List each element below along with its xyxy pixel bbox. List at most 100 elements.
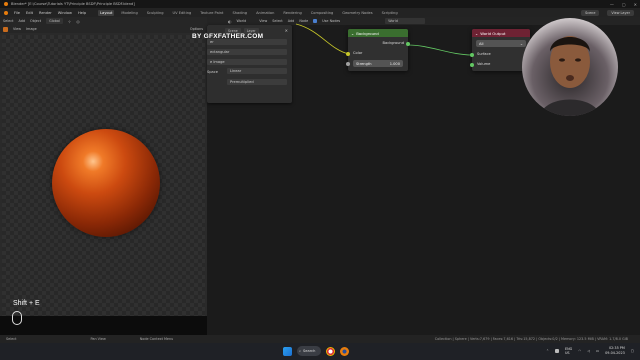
window-title: Blender* [E:\Course\Tutorials YT\Princip… (11, 2, 135, 6)
presenter-portrait (540, 36, 600, 116)
viewport-header: Select Add Object Global ⊹ ◎ (0, 17, 207, 25)
color-input-socket[interactable] (346, 52, 350, 56)
menu-image[interactable]: Image (26, 27, 37, 31)
close-button[interactable]: ✕ (634, 2, 637, 7)
clock-date: 09-04-2023 (605, 350, 625, 355)
tab-geometry-nodes[interactable]: Geometry Nodes (340, 10, 374, 16)
tab-texture-paint[interactable]: Texture Paint (198, 10, 225, 16)
alpha-field[interactable]: Premultiplied (227, 79, 287, 85)
options-dropdown[interactable]: Options (190, 27, 203, 31)
webcam-overlay (522, 18, 618, 116)
proportional-edit-icon[interactable]: ◎ (76, 19, 80, 24)
battery-icon[interactable]: ▭ (596, 349, 599, 353)
world-output-header[interactable]: ⌄ World Output (472, 29, 530, 37)
tab-sculpting[interactable]: Sculpting (145, 10, 166, 16)
region-label: US (564, 350, 570, 355)
status-select: Select (6, 337, 17, 341)
maximize-button[interactable]: ▢ (622, 2, 626, 7)
strength-value: 1.000 (389, 61, 400, 66)
menu-add[interactable]: Add (18, 19, 25, 23)
menu-view[interactable]: View (13, 27, 21, 31)
blender-menu-icon[interactable] (4, 10, 8, 15)
tab-animation[interactable]: Animation (254, 10, 276, 16)
tab-uv-editing[interactable]: UV Editing (171, 10, 194, 16)
collapse-icon[interactable]: ⌄ (351, 31, 354, 36)
projection-field[interactable]: ectangular (207, 49, 287, 55)
menu-render[interactable]: Render (39, 11, 52, 15)
world-selector[interactable]: World (385, 18, 426, 24)
strength-label: Strength (356, 61, 372, 66)
world-output-title: World Output (480, 30, 506, 36)
status-stats: Collection | Sphere | Verts:7,679 | Face… (434, 337, 628, 341)
chevron-down-icon: ⌄ (519, 41, 523, 46)
taskbar-search[interactable]: ⌕ Search (297, 346, 321, 356)
notification-icon[interactable]: ▢ (631, 349, 634, 353)
menu-object[interactable]: Object (30, 19, 41, 23)
target-value: All (479, 41, 484, 46)
background-node[interactable]: ⌄ Background Background Color Strength 1… (346, 29, 410, 71)
menu-node-add[interactable]: Add (288, 19, 295, 23)
tab-layout[interactable]: Layout (98, 9, 115, 16)
background-output-label: Background (382, 41, 404, 45)
wifi-icon[interactable]: ◠ (578, 349, 581, 353)
strength-field[interactable]: Strength 1.000 (353, 60, 403, 67)
clock[interactable]: 02:35 PM 09-04-2023 (605, 346, 625, 355)
use-nodes-checkbox[interactable] (313, 19, 318, 23)
transform-orientation-dropdown[interactable]: Global (46, 18, 63, 24)
tab-shading[interactable]: Shading (230, 10, 249, 16)
tray-arrow-icon[interactable]: ⌃ (546, 349, 549, 353)
taskbar: ⌕ Search ⌃ ENG US ◠ ◁ ▭ 02:35 PM 09-04-2… (0, 343, 640, 360)
windows-start-icon[interactable] (283, 346, 292, 356)
menu-node-view[interactable]: View (259, 19, 267, 23)
menu-edit[interactable]: Edit (26, 11, 33, 15)
strength-input-socket[interactable] (346, 62, 350, 66)
volume-input-label: Volume (477, 62, 491, 66)
status-pan-view: Pan View (90, 337, 106, 341)
collapse-icon[interactable]: ⌄ (475, 31, 478, 36)
world-icon[interactable]: ◐ (228, 19, 232, 24)
color-space-field[interactable]: Linear (227, 68, 287, 74)
language-indicator[interactable]: ENG US (565, 347, 572, 355)
image-field[interactable]: e Image (207, 59, 287, 65)
title-bar: Blender* [E:\Course\Tutorials YT\Princip… (0, 0, 640, 8)
tab-compositing[interactable]: Compositing (309, 10, 336, 16)
background-output-socket[interactable] (406, 42, 410, 46)
search-label: Search (303, 349, 316, 353)
menu-file[interactable]: File (14, 11, 20, 15)
menu-select[interactable]: Select (3, 19, 13, 23)
snap-icon[interactable]: ⊹ (68, 19, 71, 24)
scene-selector[interactable]: Scene (581, 9, 600, 16)
color-space-label: Space (207, 69, 218, 74)
sphere-render (52, 129, 160, 237)
volume-input-socket[interactable] (470, 63, 474, 67)
use-nodes-label: Use Nodes (322, 19, 341, 23)
chrome-icon[interactable] (326, 346, 335, 356)
tab-scripting[interactable]: Scripting (380, 10, 400, 16)
surface-input-label: Surface (477, 52, 491, 56)
minimize-button[interactable]: — (610, 2, 614, 7)
menu-bar: File Edit Render Window Help Layout Mode… (0, 8, 640, 17)
status-bar: Select Pan View Node Context Menu Collec… (0, 335, 640, 343)
blender-taskbar-icon[interactable] (340, 346, 349, 356)
menu-help[interactable]: Help (78, 11, 86, 15)
background-node-title: Background (356, 30, 379, 36)
view-layer-selector[interactable]: View Layer (607, 9, 634, 16)
target-dropdown[interactable]: All ⌄ (476, 40, 526, 47)
tab-modeling[interactable]: Modeling (119, 10, 139, 16)
background-node-header[interactable]: ⌄ Background (348, 29, 408, 37)
world-type-label[interactable]: World (237, 19, 247, 23)
surface-input-socket[interactable] (470, 53, 474, 57)
tab-rendering[interactable]: Rendering (281, 10, 303, 16)
editor-type-icon[interactable] (3, 26, 8, 32)
volume-icon[interactable]: ◁ (587, 349, 590, 353)
tray-app-icon[interactable] (554, 348, 559, 353)
close-panel-icon[interactable]: ✕ (285, 28, 288, 33)
menu-window[interactable]: Window (58, 11, 72, 15)
menu-node-select[interactable]: Select (272, 19, 282, 23)
color-input-label: Color (353, 51, 363, 55)
workspace-tabs: Layout Modeling Sculpting UV Editing Tex… (98, 9, 400, 16)
menu-node-node[interactable]: Node (299, 19, 308, 23)
render-preview[interactable] (2, 35, 205, 316)
mouse-hint-icon (12, 311, 22, 325)
image-editor: View Image Options (0, 25, 207, 335)
